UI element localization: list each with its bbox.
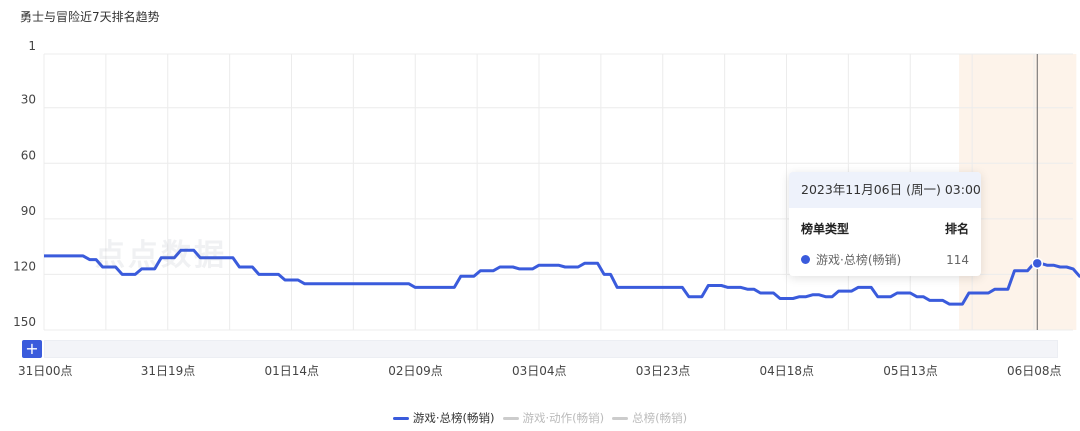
x-tick-label: 31日19点 bbox=[141, 364, 196, 378]
time-range-scrollbar[interactable] bbox=[44, 340, 1058, 358]
tooltip-col-type: 榜单类型 bbox=[801, 222, 850, 236]
legend-label: 总榜(畅销) bbox=[632, 411, 688, 425]
legend-swatch bbox=[392, 416, 409, 420]
legend-item-total-grossing[interactable]: 游戏·总榜(畅销) bbox=[392, 410, 495, 426]
legend-swatch bbox=[502, 416, 519, 420]
tooltip-columns: 榜单类型 排名 bbox=[789, 208, 981, 237]
y-tick-label: 150 bbox=[13, 315, 36, 329]
x-tick-label: 03日23点 bbox=[636, 364, 691, 378]
x-tick-label: 05日13点 bbox=[883, 364, 938, 378]
legend-item-overall-grossing[interactable]: 总榜(畅销) bbox=[612, 410, 687, 426]
x-tick-label: 01日14点 bbox=[265, 364, 320, 378]
y-tick-label: 120 bbox=[13, 259, 36, 273]
legend-swatch bbox=[612, 416, 629, 420]
legend-item-action-grossing[interactable]: 游戏·动作(畅销) bbox=[502, 410, 605, 426]
legend-label: 游戏·动作(畅销) bbox=[522, 411, 605, 425]
tooltip-row-value: 114 bbox=[946, 252, 969, 267]
x-tick-label: 04日18点 bbox=[760, 364, 815, 378]
y-tick-label: 30 bbox=[21, 93, 36, 107]
y-tick-label: 60 bbox=[21, 148, 36, 162]
x-tick-label: 03日04点 bbox=[512, 364, 567, 378]
legend-label: 游戏·总榜(畅销) bbox=[412, 411, 495, 425]
tooltip-datetime: 2023年11月06日 (周一) 03:00 bbox=[789, 172, 981, 208]
tooltip-col-rank: 排名 bbox=[944, 222, 969, 236]
tooltip-row-label: 游戏·总榜(畅销) bbox=[816, 253, 902, 267]
y-tick-label: 90 bbox=[21, 204, 36, 218]
watermark-text: 点点数据 bbox=[95, 238, 227, 273]
x-tick-label: 31日00点 bbox=[18, 364, 73, 378]
chart-legend: 游戏·总榜(畅销) 游戏·动作(畅销) 总榜(畅销) bbox=[0, 410, 1080, 426]
x-tick-label: 06日08点 bbox=[1007, 364, 1062, 378]
y-tick-label: 1 bbox=[28, 39, 36, 53]
series-dot-icon bbox=[801, 255, 810, 264]
x-tick-label: 02日09点 bbox=[388, 364, 443, 378]
hover-point bbox=[1031, 257, 1044, 270]
chart-tooltip: 2023年11月06日 (周一) 03:00 榜单类型 排名 游戏·总榜(畅销)… bbox=[789, 172, 981, 276]
zoom-plus-button[interactable]: + bbox=[22, 340, 42, 358]
tooltip-row: 游戏·总榜(畅销) 114 bbox=[789, 237, 981, 268]
